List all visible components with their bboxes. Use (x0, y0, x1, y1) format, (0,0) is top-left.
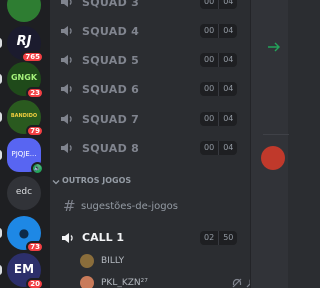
chat-area (250, 0, 289, 288)
channel-name: CALL 1 (82, 231, 125, 244)
channel-name: SQUAD 3 (82, 0, 140, 9)
unread-indicator (0, 112, 2, 122)
server-rail: RJ 765 GNGK 23 BANDIDO 79 PJQJE... 🔊 edc… (0, 0, 50, 288)
unread-indicator (0, 150, 2, 160)
unread-indicator (0, 228, 2, 238)
voice-channel-squad-7[interactable]: SQUAD 7 00 04 (60, 108, 244, 132)
server-initials: RJ (16, 34, 32, 49)
user-count-current: 02 (200, 231, 220, 245)
speaker-icon (61, 114, 72, 124)
channel-name: SQUAD 4 (82, 25, 140, 38)
user-count-limit: 04 (223, 0, 234, 6)
server-initials: edc (15, 187, 33, 197)
user-count: 00 04 (200, 82, 238, 96)
user-count-limit: 04 (223, 55, 234, 64)
server-icon-edc[interactable]: edc (7, 176, 41, 210)
server-icon-gngk[interactable]: GNGK 23 (7, 62, 44, 99)
user-count: 00 04 (200, 112, 238, 126)
user-count-current: 00 (200, 141, 220, 155)
user-count-limit: 04 (223, 84, 234, 93)
server-initials: GNGK (10, 73, 38, 82)
server-icon-pjqje[interactable]: PJQJE... 🔊 (7, 138, 44, 175)
mention-badge: 79 (26, 125, 44, 137)
channel-name: SQUAD 5 (82, 54, 140, 67)
unread-indicator (0, 74, 2, 84)
category-name: OUTROS JOGOS (62, 176, 132, 185)
server-initials: BANDIDO (10, 113, 38, 119)
channel-name: SQUAD 8 (82, 142, 140, 155)
mention-badge: 73 (26, 241, 44, 253)
server-icon-blue[interactable]: ● 73 (7, 216, 44, 253)
speaker-icon: 🔊 (31, 162, 44, 175)
user-count: 00 04 (200, 141, 238, 155)
avatar (80, 254, 94, 268)
channel-name: sugestões-de-jogos (81, 201, 178, 212)
arrow-right-icon (268, 42, 280, 52)
server-initials: EM (13, 262, 35, 276)
user-count-current: 00 (200, 82, 220, 96)
hash-icon: # (63, 197, 76, 215)
user-count-limit: 04 (223, 114, 234, 123)
user-count-limit: 04 (223, 26, 234, 35)
user-count: 02 50 (200, 231, 238, 245)
server-icon-top[interactable] (7, 0, 41, 22)
headphones-muted-icon (232, 278, 242, 288)
user-count-current: 00 (200, 112, 220, 126)
voice-channel-squad-5[interactable]: SQUAD 5 00 04 (60, 49, 244, 73)
user-count-current: 00 (200, 24, 220, 38)
server-icon-em[interactable]: EM 20 (7, 253, 44, 288)
user-count: 00 04 (200, 53, 238, 67)
avatar[interactable] (261, 146, 285, 170)
username: PKL_KZN²⁷ (101, 278, 148, 288)
unread-indicator (0, 265, 2, 275)
avatar (80, 276, 94, 288)
user-count: 00 04 (200, 0, 238, 9)
channel-name: SQUAD 6 (82, 83, 140, 96)
user-count-current: 00 (200, 53, 220, 67)
avatar-image: ● (18, 226, 30, 240)
divider (263, 134, 289, 135)
user-count-limit: 04 (223, 143, 234, 152)
server-icon-bandido[interactable]: BANDIDO 79 (7, 100, 44, 137)
unread-indicator (0, 38, 2, 48)
voice-channel-squad-4[interactable]: SQUAD 4 00 04 (60, 20, 244, 44)
voice-channel-squad-3[interactable]: SQUAD 3 00 04 (60, 0, 244, 15)
speaker-icon (61, 26, 72, 36)
mention-badge: 20 (26, 278, 44, 288)
chevron-down-icon (52, 180, 60, 185)
mention-badge: 23 (26, 87, 44, 99)
voice-channel-squad-8[interactable]: SQUAD 8 00 04 (60, 137, 244, 161)
channel-list: SQUAD 3 00 04 SQUAD 4 00 04 SQUAD 5 00 0… (50, 0, 250, 288)
channel-name: SQUAD 7 (82, 113, 140, 126)
user-count-limit: 50 (223, 233, 234, 242)
speaker-icon (61, 84, 72, 94)
username: BILLY (101, 256, 125, 266)
speaker-icon (61, 143, 72, 153)
speaker-icon (62, 233, 73, 243)
server-initials: PJQJE... (11, 150, 37, 158)
speaker-icon (61, 0, 72, 7)
speaker-icon (61, 55, 72, 65)
user-count: 00 04 (200, 24, 238, 38)
user-count-current: 00 (200, 0, 220, 9)
server-icon-rj[interactable]: RJ 765 (7, 26, 44, 63)
voice-channel-squad-6[interactable]: SQUAD 6 00 04 (60, 78, 244, 102)
